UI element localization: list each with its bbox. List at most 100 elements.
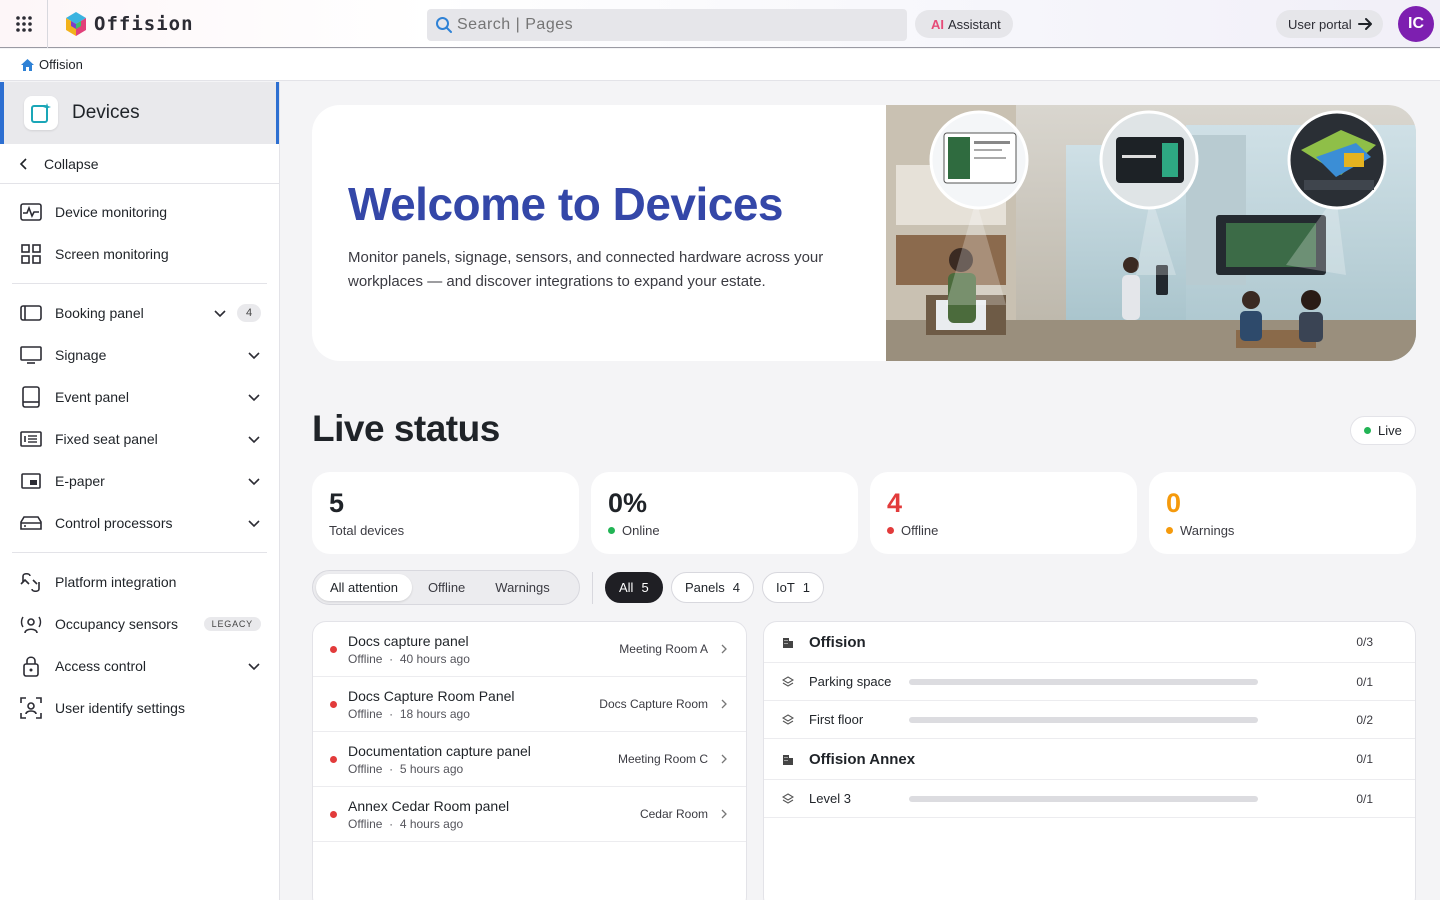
device-status: Offline — [348, 651, 383, 666]
layers-icon — [782, 713, 794, 726]
user-portal-label: User portal — [1288, 16, 1352, 32]
building-icon — [782, 636, 794, 648]
chip-count: 1 — [802, 580, 811, 595]
chip-label: All — [619, 580, 634, 595]
app-launcher-button[interactable] — [0, 0, 48, 48]
sidebar-item-signage[interactable]: Signage — [0, 334, 279, 376]
sidebar-item-access-control[interactable]: Access control — [0, 645, 279, 687]
hero-office-illustration — [886, 105, 1416, 361]
filter-divider — [592, 572, 593, 604]
booking-panel-count-badge: 4 — [237, 304, 261, 322]
home-icon[interactable] — [20, 58, 35, 72]
device-row[interactable]: Docs Capture Room Panel Offline · 18 hou… — [313, 677, 746, 732]
sidebar-item-user-identify-settings[interactable]: User identify settings — [0, 687, 279, 729]
breadcrumb-home[interactable]: Offision — [39, 57, 83, 72]
devices-icon — [24, 96, 58, 130]
sidebar-item-label: Access control — [55, 658, 147, 674]
epaper-icon — [20, 470, 42, 492]
user-avatar[interactable]: IC — [1398, 6, 1434, 42]
app-logo[interactable]: Offision — [64, 11, 194, 37]
chevron-down-icon[interactable] — [247, 390, 261, 404]
search-bar[interactable] — [427, 9, 907, 41]
user-portal-button[interactable]: User portal — [1276, 10, 1383, 38]
device-row[interactable]: Annex Cedar Room panel Offline · 4 hours… — [313, 787, 746, 842]
floor-row[interactable]: First floor 0/2 — [764, 701, 1415, 739]
sidebar-item-label: Signage — [55, 347, 107, 363]
sidebar-item-device-monitoring[interactable]: Device monitoring — [0, 191, 279, 233]
chevron-down-icon[interactable] — [247, 516, 261, 530]
floor-row[interactable]: Parking space 0/1 — [764, 663, 1415, 701]
device-status: Offline — [348, 706, 383, 721]
chevron-down-icon[interactable] — [247, 474, 261, 488]
sidebar-item-platform-integration[interactable]: Platform integration — [0, 561, 279, 603]
online-dot — [608, 527, 615, 534]
top-bar: Offision AI Assistant User portal IC — [0, 0, 1440, 48]
sidebar-item-control-processors[interactable]: Control processors — [0, 502, 279, 544]
device-row[interactable]: Docs capture panel Offline · 40 hours ag… — [313, 622, 746, 677]
search-icon — [436, 17, 452, 33]
stat-warnings[interactable]: 0 Warnings — [1149, 472, 1416, 554]
floor-online-bar — [909, 795, 1258, 802]
stat-online[interactable]: 0% Online — [591, 472, 858, 554]
sidebar-item-e-paper[interactable]: E-paper — [0, 460, 279, 502]
stat-label: Warnings — [1180, 523, 1235, 538]
floor-name: Parking space — [809, 674, 892, 689]
floor-row[interactable]: Level 3 0/1 — [764, 780, 1415, 818]
device-room: Meeting Room C — [617, 752, 708, 766]
stat-value: 0% — [608, 488, 648, 518]
warning-dot — [1166, 527, 1173, 534]
chip-iot[interactable]: IoT 1 — [762, 572, 825, 603]
chip-panels[interactable]: Panels 4 — [671, 572, 754, 603]
sidebar-item-event-panel[interactable]: Event panel — [0, 376, 279, 418]
filter-warnings[interactable]: Warnings — [481, 574, 563, 601]
sidebar-item-booking-panel[interactable]: Booking panel 4 — [0, 292, 279, 334]
device-last-seen: 18 hours ago — [399, 706, 470, 721]
stat-total-devices[interactable]: 5 Total devices — [312, 472, 579, 554]
integration-icon — [20, 571, 42, 593]
lock-icon — [20, 655, 42, 677]
tablet-icon — [20, 386, 42, 408]
filter-all-attention[interactable]: All attention — [316, 574, 412, 601]
search-input[interactable] — [457, 16, 897, 34]
face-scan-icon — [20, 697, 42, 719]
app-name: Offision — [94, 12, 194, 35]
building-row[interactable]: Offision 0/3 — [764, 622, 1415, 663]
building-row[interactable]: Offision Annex 0/1 — [764, 739, 1415, 780]
building-name: Offision Annex — [809, 750, 916, 768]
offline-dot — [330, 645, 337, 653]
attention-filter-segmented: All attention Offline Warnings — [312, 570, 580, 605]
chevron-right-icon — [721, 809, 727, 819]
offline-dot — [330, 755, 337, 763]
device-row[interactable]: Documentation capture panel Offline · 5 … — [313, 732, 746, 787]
sidebar-item-label: User identify settings — [55, 700, 185, 716]
ai-label: AI — [931, 16, 944, 32]
stat-label: Offline — [901, 523, 939, 538]
chevron-down-icon[interactable] — [213, 306, 227, 320]
collapse-button[interactable]: Collapse — [0, 144, 279, 184]
chevron-down-icon[interactable] — [247, 659, 261, 673]
floor-name: Level 3 — [809, 791, 851, 806]
filter-offline[interactable]: Offline — [414, 574, 479, 601]
building-icon — [782, 753, 794, 765]
chip-all[interactable]: All 5 — [605, 572, 663, 603]
chip-count: 5 — [641, 580, 649, 595]
sidebar-item-label: Occupancy sensors — [55, 616, 178, 632]
monitor-icon — [20, 344, 42, 366]
chip-count: 4 — [732, 580, 740, 595]
floor-online-bar — [909, 716, 1258, 723]
sidebar-item-label: Platform integration — [55, 574, 177, 590]
chevron-down-icon[interactable] — [247, 348, 261, 362]
chevron-down-icon[interactable] — [247, 432, 261, 446]
ai-assistant-button[interactable]: AI Assistant — [915, 10, 1013, 38]
sidebar-header: Devices — [0, 82, 279, 144]
chevron-right-icon — [721, 644, 727, 654]
sidebar-item-fixed-seat-panel[interactable]: Fixed seat panel — [0, 418, 279, 460]
stat-offline[interactable]: 4 Offline — [870, 472, 1137, 554]
sidebar-divider — [12, 552, 267, 553]
device-last-seen: 40 hours ago — [399, 651, 470, 666]
sidebar-item-screen-monitoring[interactable]: Screen monitoring — [0, 233, 279, 275]
grid-dots-icon — [15, 15, 32, 32]
sidebar-item-occupancy-sensors[interactable]: Occupancy sensors LEGACY — [0, 603, 279, 645]
online-count: 0/1 — [1356, 752, 1373, 766]
breadcrumb: Offision — [0, 49, 1440, 81]
